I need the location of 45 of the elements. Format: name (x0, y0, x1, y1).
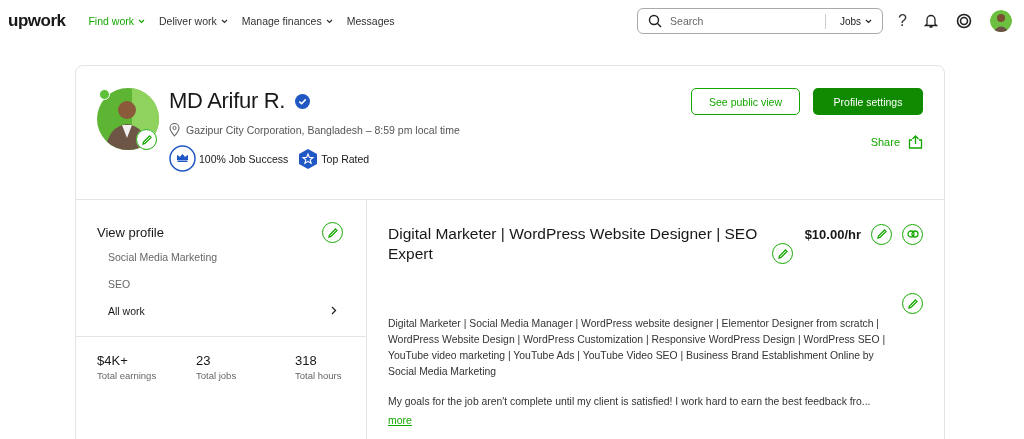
notification-bell-icon[interactable] (924, 13, 938, 29)
hourly-rate: $10.00/hr (804, 226, 861, 242)
badge-label: 100% Job Success (199, 152, 289, 165)
edit-specialized-profiles-button[interactable] (322, 222, 343, 243)
help-button[interactable]: ? (898, 12, 907, 30)
profile-settings-button[interactable]: Profile settings (813, 88, 923, 115)
stat-label: Total earnings (97, 370, 158, 381)
search-field[interactable]: Search Jobs (637, 8, 884, 34)
overview-paragraph: Digital Marketer | Social Media Manager | WordPress website designer | Elementor Designer from scratch | WordPress Website Design | WordPress Customization | Responsive WordPress Design | WordPress SEO | YouTube video marketing | YouTube Ads | YouTube Video SEO | Business Brand Establishment Online by Social Media Marketing (388, 317, 887, 379)
copy-link-button[interactable] (902, 223, 923, 245)
share-icon (908, 135, 923, 149)
crown-icon (169, 145, 196, 172)
edit-title-button[interactable] (772, 243, 793, 264)
nav-link[interactable]: Deliver work (158, 15, 228, 27)
pencil-icon (140, 133, 153, 146)
chevron-down-icon (865, 18, 873, 24)
stat-label: Total hours (295, 370, 342, 381)
sidebar-title: View profile (97, 225, 164, 240)
profile-list-item[interactable]: SEO (97, 270, 343, 297)
badge-label: Top Rated (321, 152, 370, 165)
profile-name: MD Arifur R. (169, 88, 286, 114)
pencil-icon (776, 247, 789, 260)
search-icon (648, 14, 663, 28)
search-scope-dropdown[interactable]: Jobs (839, 15, 873, 27)
link-icon (906, 230, 919, 238)
nav-link[interactable]: Manage finances (241, 15, 333, 27)
stat-value: 23 (196, 353, 212, 368)
overview-paragraph: My goals for the job aren't complete until my client is satisfied! I work hard to earn the best feedback fro... (388, 395, 872, 409)
stat-value: $4K+ (97, 353, 129, 368)
stat-value: 318 (295, 353, 318, 368)
location-text: Gazipur City Corporation, Bangladesh – 8:59 pm local time (186, 124, 460, 136)
pencil-icon (875, 228, 888, 240)
pencil-icon (326, 226, 339, 239)
edit-overview-button[interactable] (902, 293, 923, 314)
star-hexagon-icon (298, 147, 319, 170)
chevron-right-icon (331, 306, 337, 315)
stat-label: Total jobs (196, 370, 238, 381)
profile-list-item[interactable]: All work (97, 297, 343, 324)
profile-title: Digital Marketer | WordPress Website Designer | SEO Expert (388, 224, 759, 264)
logo[interactable]: upwork (8, 11, 66, 31)
location-pin-icon (169, 123, 180, 137)
profile-list-item[interactable]: Social Media Marketing (97, 243, 343, 270)
pencil-icon (906, 297, 919, 310)
nav-link[interactable]: Messages (346, 15, 395, 27)
edit-rate-button[interactable] (871, 223, 892, 245)
